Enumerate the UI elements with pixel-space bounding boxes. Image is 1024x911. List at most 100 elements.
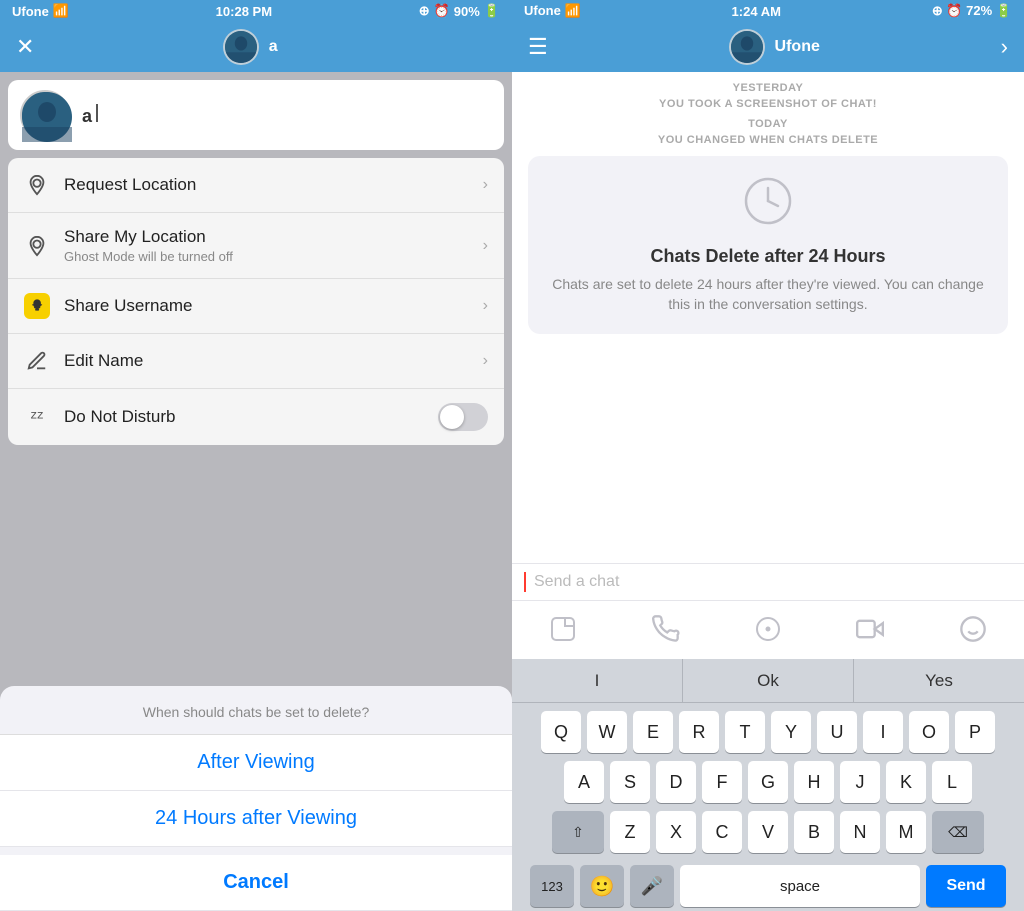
contact-avatar — [20, 90, 70, 140]
key-D[interactable]: D — [656, 761, 696, 803]
keyboard-rows: Q W E R T Y U I O P A S D F G H J K — [512, 703, 1024, 865]
key-X[interactable]: X — [656, 811, 696, 853]
menu-item-edit-name[interactable]: Edit Name › — [8, 334, 504, 389]
location-icon-right: ⊕ — [932, 3, 943, 18]
key-E[interactable]: E — [633, 711, 673, 753]
date-today: TODAY — [528, 118, 1008, 130]
camera-icon[interactable] — [746, 607, 790, 651]
key-J[interactable]: J — [840, 761, 880, 803]
location-icon — [24, 172, 50, 198]
status-bar-left: Ufone 📶 10:28 PM ⊕ ⏰ 90% 🔋 — [0, 0, 512, 22]
key-T[interactable]: T — [725, 711, 765, 753]
key-U[interactable]: U — [817, 711, 857, 753]
key-L[interactable]: L — [932, 761, 972, 803]
keyboard-suggestions: I Ok Yes — [512, 659, 1024, 703]
location-icon-left: ⊕ — [419, 3, 430, 19]
menu-item-share-location[interactable]: Share My Location Ghost Mode will be tur… — [8, 213, 504, 279]
share-location-title: Share My Location — [64, 227, 469, 247]
key-G[interactable]: G — [748, 761, 788, 803]
key-R[interactable]: R — [679, 711, 719, 753]
key-B[interactable]: B — [794, 811, 834, 853]
status-right-left: ⊕ ⏰ 90% 🔋 — [419, 3, 500, 19]
video-icon[interactable] — [848, 607, 892, 651]
battery-icon-right: 🔋 — [996, 3, 1012, 18]
share-location-icon — [24, 233, 50, 259]
key-H[interactable]: H — [794, 761, 834, 803]
right-panel: Ufone 📶 1:24 AM ⊕ ⏰ 72% 🔋 ☰ Ufone › — [512, 0, 1024, 911]
input-cursor — [524, 572, 526, 592]
share-username-icon — [24, 293, 50, 319]
space-key[interactable]: space — [680, 865, 920, 907]
suggestion-I[interactable]: I — [512, 659, 683, 702]
edit-name-title: Edit Name — [64, 351, 469, 371]
emoji-keyboard-key[interactable]: 🙂 — [580, 865, 624, 907]
status-carrier-right: Ufone 📶 — [524, 3, 581, 19]
chevron-icon-3: › — [483, 297, 488, 315]
key-Q[interactable]: Q — [541, 711, 581, 753]
nums-key[interactable]: 123 — [530, 865, 574, 907]
status-carrier-left: Ufone 📶 — [12, 3, 69, 19]
after-viewing-btn[interactable]: After Viewing — [0, 735, 512, 791]
menu-item-request-location[interactable]: Request Location › — [8, 158, 504, 213]
key-W[interactable]: W — [587, 711, 627, 753]
dnd-toggle[interactable] — [438, 403, 488, 431]
request-location-title: Request Location — [64, 175, 469, 195]
key-K[interactable]: K — [886, 761, 926, 803]
phone-icon[interactable] — [644, 607, 688, 651]
sticker-icon[interactable] — [541, 607, 585, 651]
contact-header: a — [8, 80, 504, 150]
suggestion-Yes[interactable]: Yes — [854, 659, 1024, 702]
nav-arrow-icon[interactable]: › — [1001, 34, 1008, 60]
key-I[interactable]: I — [863, 711, 903, 753]
key-A[interactable]: A — [564, 761, 604, 803]
nav-bar-left: ✕ a — [0, 22, 512, 72]
24hrs-btn[interactable]: 24 Hours after Viewing — [0, 791, 512, 847]
key-S[interactable]: S — [610, 761, 650, 803]
snapchat-box — [24, 293, 50, 319]
key-F[interactable]: F — [702, 761, 742, 803]
suggestion-Ok[interactable]: Ok — [683, 659, 854, 702]
key-V[interactable]: V — [748, 811, 788, 853]
nav-username-left: a — [269, 38, 278, 56]
nav-bar-right: ☰ Ufone › — [512, 22, 1024, 72]
dnd-text: Do Not Disturb — [64, 407, 424, 427]
left-panel: Ufone 📶 10:28 PM ⊕ ⏰ 90% 🔋 ✕ a — [0, 0, 512, 911]
shift-key[interactable]: ⇧ — [552, 811, 604, 853]
key-P[interactable]: P — [955, 711, 995, 753]
key-O[interactable]: O — [909, 711, 949, 753]
battery-right: 72% — [966, 3, 992, 18]
cancel-btn[interactable]: Cancel — [0, 855, 512, 911]
key-C[interactable]: C — [702, 811, 742, 853]
chat-input[interactable] — [534, 573, 1012, 591]
alarm-icon-left: ⏰ — [434, 3, 450, 19]
request-location-text: Request Location — [64, 175, 469, 195]
emoji-icon[interactable] — [951, 607, 995, 651]
avatar-right — [729, 29, 765, 65]
dnd-title: Do Not Disturb — [64, 407, 424, 427]
share-username-title: Share Username — [64, 296, 469, 316]
edit-name-icon — [24, 348, 50, 374]
time-left: 10:28 PM — [216, 4, 272, 19]
action-sheet-content: When should chats be set to delete? Afte… — [0, 686, 512, 911]
menu-item-dnd[interactable]: ᶻᶻ Do Not Disturb — [8, 389, 504, 445]
key-Z[interactable]: Z — [610, 811, 650, 853]
dnd-icon: ᶻᶻ — [24, 404, 50, 430]
wifi-icon: 📶 — [53, 3, 69, 19]
key-M[interactable]: M — [886, 811, 926, 853]
mic-key[interactable]: 🎤 — [630, 865, 674, 907]
share-location-subtitle: Ghost Mode will be turned off — [64, 249, 469, 264]
key-Y[interactable]: Y — [771, 711, 811, 753]
hamburger-icon[interactable]: ☰ — [528, 34, 548, 60]
send-key[interactable]: Send — [926, 865, 1006, 907]
wifi-icon-right: 📶 — [564, 3, 580, 18]
keyboard-bottom-row: 123 🙂 🎤 space Send — [512, 865, 1024, 907]
close-icon[interactable]: ✕ — [16, 34, 34, 60]
status-right-right: ⊕ ⏰ 72% 🔋 — [932, 3, 1012, 19]
menu-item-share-username[interactable]: Share Username › — [8, 279, 504, 334]
delete-key[interactable]: ⌫ — [932, 811, 984, 853]
key-N[interactable]: N — [840, 811, 880, 853]
chevron-icon: › — [483, 176, 488, 194]
alarm-icon-right: ⏰ — [946, 3, 962, 18]
menu-overlay: a Request Location › — [0, 72, 512, 911]
avatar-left — [223, 29, 259, 65]
